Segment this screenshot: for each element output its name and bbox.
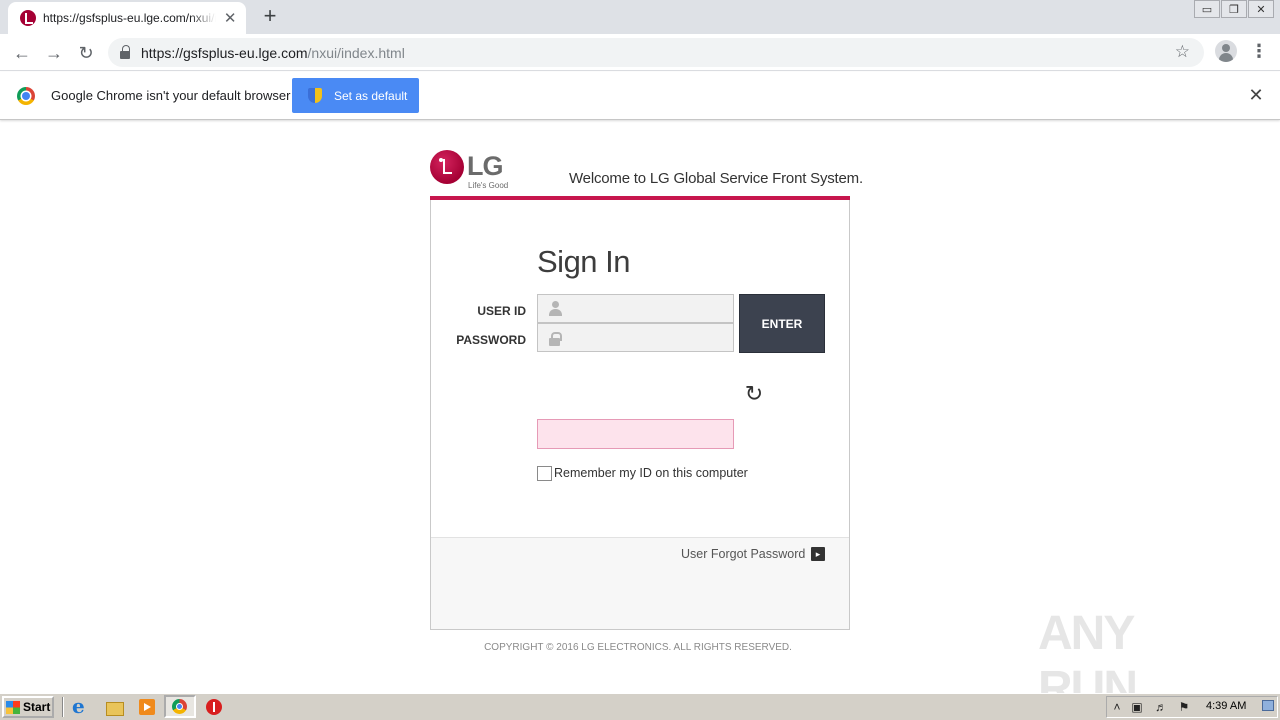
lg-logo-icon <box>430 150 464 184</box>
chrome-taskbar-icon[interactable] <box>164 695 196 718</box>
profile-avatar-icon[interactable] <box>1215 40 1237 62</box>
user-id-input[interactable] <box>538 295 733 322</box>
internet-explorer-icon[interactable] <box>70 694 90 718</box>
user-id-field[interactable] <box>537 294 734 323</box>
remember-id-label[interactable]: Remember my ID on this computer <box>554 466 748 480</box>
show-desktop-icon[interactable] <box>1262 700 1274 711</box>
close-window-button[interactable]: ✕ <box>1248 0 1274 18</box>
page-title: Sign In <box>537 244 631 279</box>
up-arrow-icon[interactable]: ˄ <box>1110 700 1124 714</box>
lock-icon <box>120 44 130 59</box>
welcome-text: Welcome to LG Global Service Front Syste… <box>569 170 863 187</box>
user-id-label: USER ID <box>477 304 526 318</box>
back-arrow-icon[interactable]: ← <box>9 40 35 66</box>
volume-icon[interactable]: ♬ <box>1154 700 1168 714</box>
captcha-refresh-icon[interactable]: ↻ <box>743 383 765 405</box>
password-label: PASSWORD <box>456 333 526 347</box>
media-player-icon[interactable] <box>137 697 157 717</box>
browser-tab[interactable]: https://gsfsplus-eu.lge.com/nxui/ind ✕ <box>8 2 246 34</box>
remember-id-checkbox[interactable] <box>537 466 552 481</box>
explorer-folder-icon[interactable] <box>104 697 124 717</box>
captcha-field[interactable] <box>537 419 734 449</box>
set-as-default-button[interactable]: Set as default <box>292 78 419 113</box>
start-label: Start <box>23 700 51 714</box>
user-icon <box>549 301 562 316</box>
forgot-arrow-icon[interactable]: ▸ <box>811 547 825 561</box>
browser-toolbar: ← → ↻ https://gsfsplus-eu.lge.com/nxui/i… <box>0 34 1280 71</box>
forgot-password-link[interactable]: User Forgot Password <box>681 547 805 561</box>
password-field[interactable] <box>537 323 734 352</box>
taskbar-separator <box>62 697 64 717</box>
start-button[interactable]: Start <box>2 696 54 718</box>
network-icon[interactable]: ▣ <box>1130 700 1144 714</box>
tab-close-icon[interactable]: ✕ <box>222 9 238 27</box>
chrome-logo-icon <box>17 87 35 105</box>
url-host: https://gsfsplus-eu.lge.com <box>141 44 308 61</box>
captcha-input[interactable] <box>538 420 733 448</box>
copyright-text: COPYRIGHT © 2016 LG ELECTRONICS. ALL RIG… <box>484 642 792 653</box>
forward-arrow-icon[interactable]: → <box>41 40 67 66</box>
enter-button[interactable]: ENTER <box>739 294 825 353</box>
lock-icon <box>549 332 562 346</box>
window-controls: ▭ ❐ ✕ <box>1193 0 1274 18</box>
restore-button[interactable]: ❐ <box>1221 0 1247 18</box>
tab-title: https://gsfsplus-eu.lge.com/nxui/ind <box>43 11 217 25</box>
address-bar[interactable]: https://gsfsplus-eu.lge.com/nxui/index.h… <box>108 38 1204 67</box>
infobar-message: Google Chrome isn't your default browser <box>51 88 291 103</box>
new-tab-button[interactable]: + <box>258 5 282 29</box>
uac-shield-icon <box>308 88 322 103</box>
password-input[interactable] <box>538 324 733 351</box>
infobar-close-icon[interactable]: ✕ <box>1247 86 1265 104</box>
flag-icon[interactable]: ⚑ <box>1177 700 1191 714</box>
lg-logo-tagline: Life's Good <box>468 181 509 190</box>
reload-icon[interactable]: ↻ <box>73 40 99 66</box>
taskbar-clock[interactable]: 4:39 AM <box>1206 700 1246 712</box>
lg-favicon-icon <box>20 10 36 26</box>
windows-flag-icon <box>6 700 20 714</box>
url-text: https://gsfsplus-eu.lge.com/nxui/index.h… <box>141 45 405 61</box>
bookmark-star-icon[interactable]: ☆ <box>1175 42 1190 62</box>
url-path: /nxui/index.html <box>307 44 405 61</box>
menu-dots-icon[interactable]: ⋮ <box>1250 40 1268 64</box>
set-as-default-label: Set as default <box>334 88 408 103</box>
stop-sign-icon[interactable] <box>204 697 224 717</box>
minimize-button[interactable]: ▭ <box>1194 0 1220 18</box>
lg-logo-word: LG <box>467 151 503 181</box>
